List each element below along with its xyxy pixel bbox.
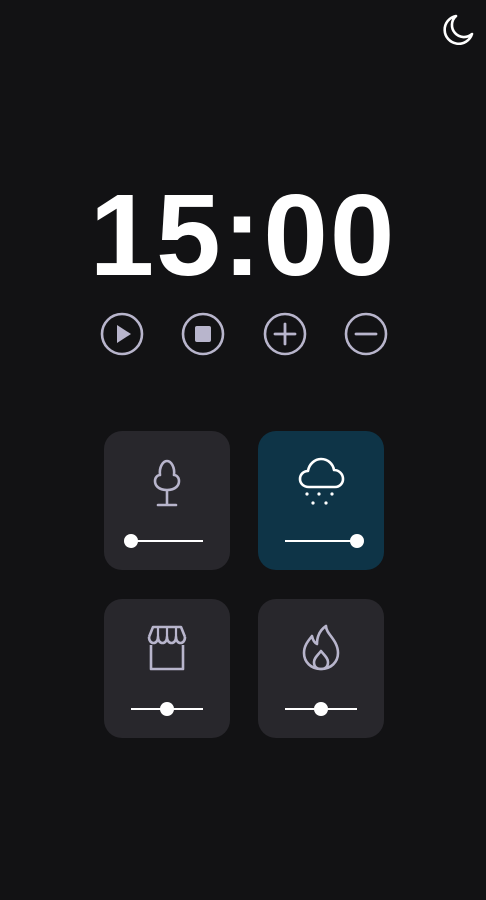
- play-icon: [100, 312, 144, 356]
- slider-thumb[interactable]: [124, 534, 138, 548]
- rain-cloud-icon: [298, 457, 345, 505]
- tree-icon: [153, 459, 181, 507]
- slider-thumb[interactable]: [350, 534, 364, 548]
- sound-card-forest[interactable]: [104, 431, 230, 570]
- volume-slider-coffee-shop[interactable]: [131, 701, 203, 717]
- timer-display: 15:00: [89, 170, 397, 300]
- stop-button[interactable]: [181, 312, 225, 356]
- slider-track: [131, 540, 203, 542]
- plus-icon: [263, 312, 307, 356]
- decrease-button[interactable]: [344, 312, 388, 356]
- slider-track: [285, 540, 357, 542]
- increase-button[interactable]: [263, 312, 307, 356]
- volume-slider-rain[interactable]: [285, 533, 364, 549]
- storefront-icon: [147, 625, 187, 671]
- slider-thumb[interactable]: [160, 702, 174, 716]
- moon-icon: [443, 14, 474, 46]
- volume-slider-fireplace[interactable]: [285, 701, 357, 717]
- stop-icon: [181, 312, 225, 356]
- sound-card-rain[interactable]: [258, 431, 384, 570]
- slider-thumb[interactable]: [314, 702, 328, 716]
- theme-toggle-button[interactable]: [440, 12, 476, 48]
- minus-icon: [344, 312, 388, 356]
- timer-controls: [100, 312, 388, 356]
- sound-card-fireplace[interactable]: [258, 599, 384, 738]
- volume-slider-forest[interactable]: [124, 533, 203, 549]
- sound-card-coffee-shop[interactable]: [104, 599, 230, 738]
- flame-icon: [302, 624, 340, 671]
- play-button[interactable]: [100, 312, 144, 356]
